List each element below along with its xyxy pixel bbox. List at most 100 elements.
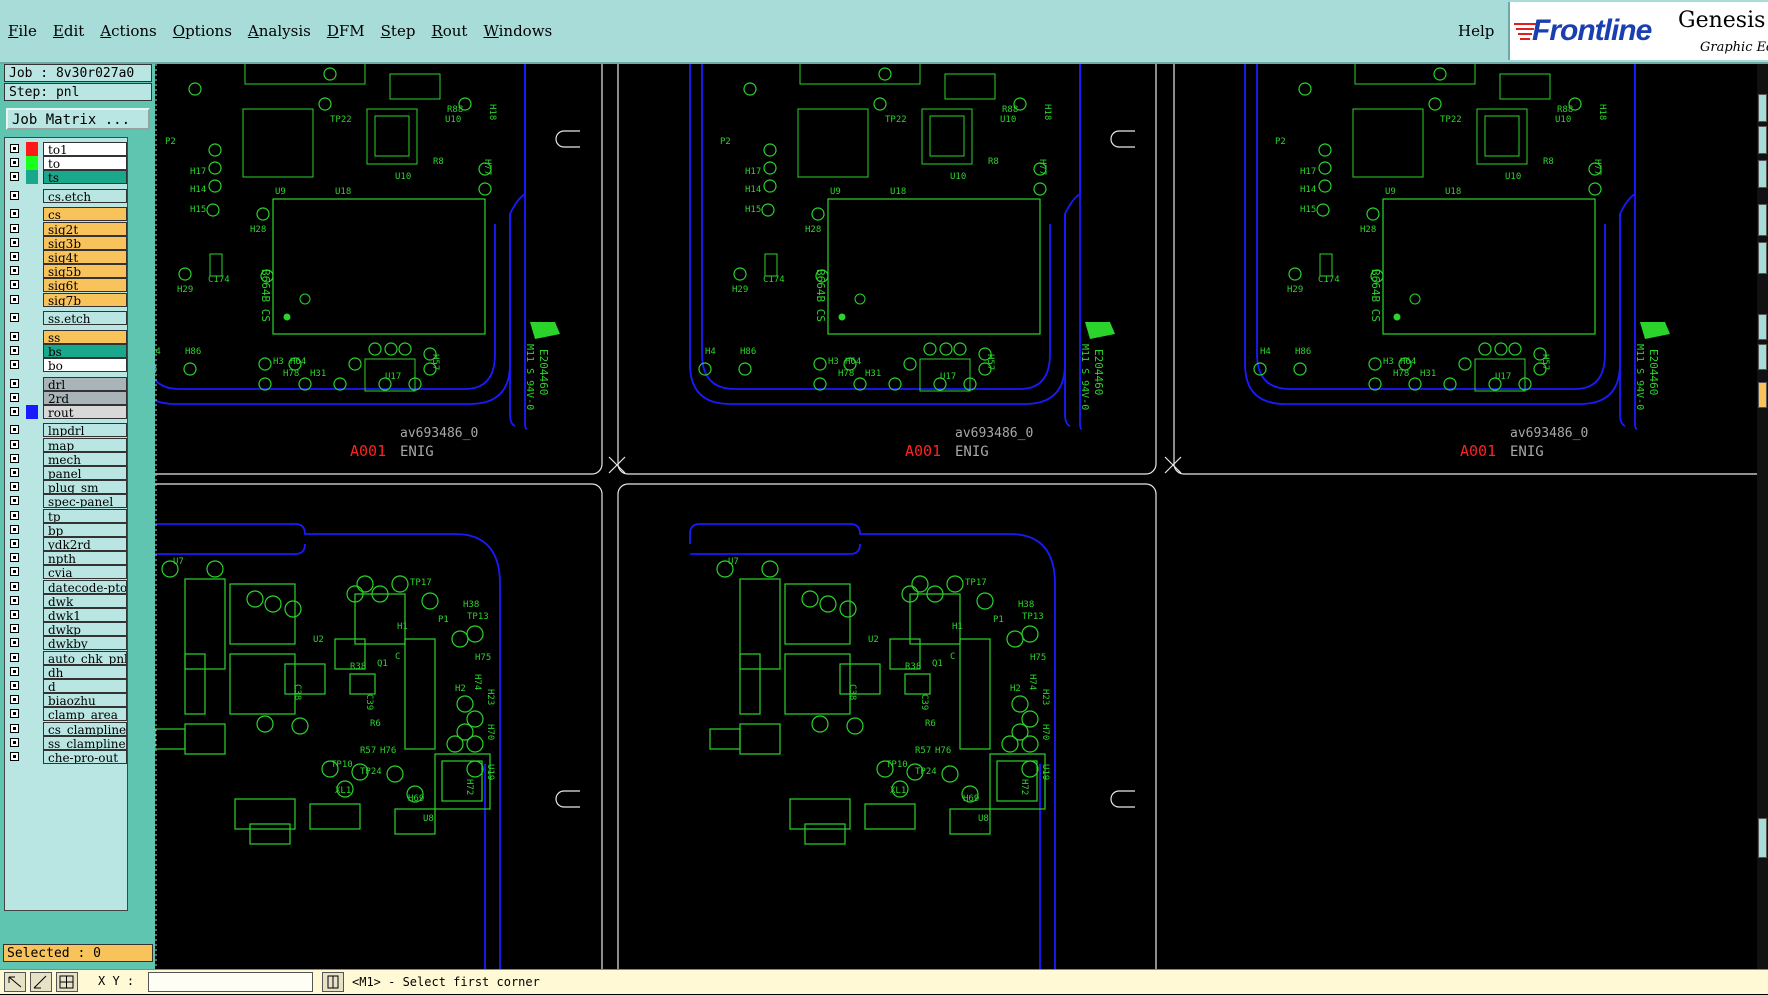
layer-checkbox[interactable] (10, 624, 19, 634)
layer-row-ts[interactable]: ts (5, 170, 127, 185)
layer-row-d[interactable]: d (5, 679, 127, 693)
layer-checkbox[interactable] (10, 737, 19, 747)
layer-name[interactable]: sig5b (43, 264, 127, 279)
layer-name[interactable]: dwk1 (43, 608, 127, 622)
layer-name[interactable]: ss.etch (43, 311, 127, 326)
cursor-tool-button[interactable] (322, 972, 344, 992)
layer-color-swatch[interactable] (26, 156, 38, 171)
layer-row-dwk1[interactable]: dwk1 (5, 608, 127, 622)
layer-row-auto_chk_pnl[interactable]: auto_chk_pnl (5, 650, 127, 665)
layer-row-datecode-pto[interactable]: datecode-pto (5, 579, 127, 594)
layer-name[interactable]: auto_chk_pnl (43, 650, 127, 665)
layer-color-swatch[interactable] (26, 693, 38, 707)
layer-row-che-pro-out[interactable]: che-pro-out (5, 750, 127, 764)
layer-color-swatch[interactable] (26, 750, 38, 764)
layer-row-spec-panel[interactable]: spec-panel (5, 494, 127, 509)
layer-color-swatch[interactable] (26, 222, 38, 236)
layer-name[interactable]: 2rd (43, 390, 127, 405)
layer-name[interactable]: ydk2rd (43, 537, 127, 551)
layer-row-lnpdrl[interactable]: lnpdrl (5, 423, 127, 438)
layer-row-ss[interactable]: ss (5, 329, 127, 344)
layer-row-bo[interactable]: bo (5, 358, 127, 372)
layer-checkbox[interactable] (10, 610, 19, 619)
layer-color-swatch[interactable] (26, 665, 38, 679)
layer-name[interactable]: sig6t (43, 278, 127, 293)
layer-checkbox[interactable] (10, 280, 19, 290)
layer-checkbox[interactable] (10, 406, 19, 416)
right-tool-8[interactable] (1758, 382, 1767, 408)
layer-checkbox[interactable] (10, 524, 19, 534)
menu-options[interactable]: Options (173, 22, 232, 40)
layer-name[interactable]: dwk (43, 593, 127, 608)
grid-tool-button[interactable] (56, 972, 78, 992)
layer-row-cvia[interactable]: cvia (5, 565, 127, 580)
layer-color-swatch[interactable] (26, 358, 38, 372)
layer-row-mech[interactable]: mech (5, 451, 127, 466)
layer-checkbox[interactable] (10, 144, 19, 153)
layer-color-swatch[interactable] (26, 311, 38, 325)
layer-name[interactable]: bs (43, 343, 127, 358)
layer-checkbox[interactable] (10, 172, 19, 182)
layer-row-rout[interactable]: rout (5, 404, 127, 419)
layer-name[interactable]: cs.etch (43, 188, 127, 203)
layer-name[interactable]: cs (43, 207, 127, 222)
layer-color-swatch[interactable] (26, 707, 38, 721)
layer-name[interactable]: bo (43, 358, 127, 372)
layer-color-swatch[interactable] (26, 377, 38, 391)
menu-analysis[interactable]: Analysis (248, 22, 311, 40)
layer-checkbox[interactable] (10, 638, 19, 648)
layer-name[interactable]: to1 (43, 142, 127, 156)
layer-checkbox[interactable] (10, 345, 19, 355)
layer-checkbox[interactable] (10, 695, 19, 705)
layer-row-sig3b[interactable]: sig3b (5, 235, 127, 250)
layer-row-sig2t[interactable]: sig2t (5, 221, 127, 236)
layer-checkbox[interactable] (10, 425, 19, 435)
layer-row-dwkby[interactable]: dwkby (5, 636, 127, 651)
layer-color-swatch[interactable] (26, 551, 38, 565)
layer-color-swatch[interactable] (26, 679, 38, 693)
layer-name[interactable]: dwkp (43, 622, 127, 637)
menu-dfm[interactable]: DFM (327, 22, 365, 40)
layer-color-swatch[interactable] (26, 537, 38, 551)
layer-name[interactable]: lnpdrl (43, 423, 127, 438)
layer-color-swatch[interactable] (26, 565, 38, 579)
layer-row-bp[interactable]: bp (5, 522, 127, 537)
layer-row-tp[interactable]: tp (5, 508, 127, 523)
layer-checkbox[interactable] (10, 453, 19, 463)
layer-name[interactable]: map (43, 437, 127, 452)
xy-input[interactable] (148, 972, 313, 992)
layer-row-clamp_area[interactable]: clamp_area (5, 707, 127, 722)
right-tool-1[interactable] (1758, 94, 1767, 122)
layer-row-cs.etch[interactable]: cs.etch (5, 188, 127, 203)
right-tool-7[interactable] (1758, 344, 1767, 370)
layer-row-sig5b[interactable]: sig5b (5, 264, 127, 279)
layer-name[interactable]: sig7b (43, 292, 127, 307)
layer-color-swatch[interactable] (26, 480, 38, 494)
layer-name[interactable]: panel (43, 466, 127, 480)
menu-help[interactable]: Help (1458, 22, 1494, 40)
layer-checkbox[interactable] (10, 392, 19, 402)
right-tool-5[interactable] (1758, 242, 1767, 274)
layer-color-swatch[interactable] (26, 330, 38, 344)
menu-actions[interactable]: Actions (100, 22, 156, 40)
layer-checkbox[interactable] (10, 266, 19, 276)
layer-name[interactable]: bp (43, 522, 127, 537)
layer-name[interactable]: drl (43, 376, 127, 391)
job-matrix-button[interactable]: Job Matrix ... (6, 108, 150, 130)
layer-checkbox[interactable] (10, 496, 19, 506)
layer-color-swatch[interactable] (26, 189, 38, 203)
layer-checkbox[interactable] (10, 378, 19, 388)
layer-color-swatch[interactable] (26, 736, 38, 750)
layer-name[interactable]: plug_sm (43, 480, 127, 495)
layer-row-ss_clampline[interactable]: ss_clampline (5, 735, 127, 750)
layer-color-swatch[interactable] (26, 494, 38, 508)
layer-row-ydk2rd[interactable]: ydk2rd (5, 537, 127, 551)
menu-step[interactable]: Step (381, 22, 416, 40)
layer-color-swatch[interactable] (26, 236, 38, 250)
zoom-tool-button[interactable] (4, 972, 26, 992)
layer-name[interactable]: sig3b (43, 235, 127, 250)
layer-checkbox[interactable] (10, 752, 19, 761)
right-tool-4[interactable] (1758, 204, 1767, 236)
layer-checkbox[interactable] (10, 190, 19, 200)
layer-color-swatch[interactable] (26, 509, 38, 523)
